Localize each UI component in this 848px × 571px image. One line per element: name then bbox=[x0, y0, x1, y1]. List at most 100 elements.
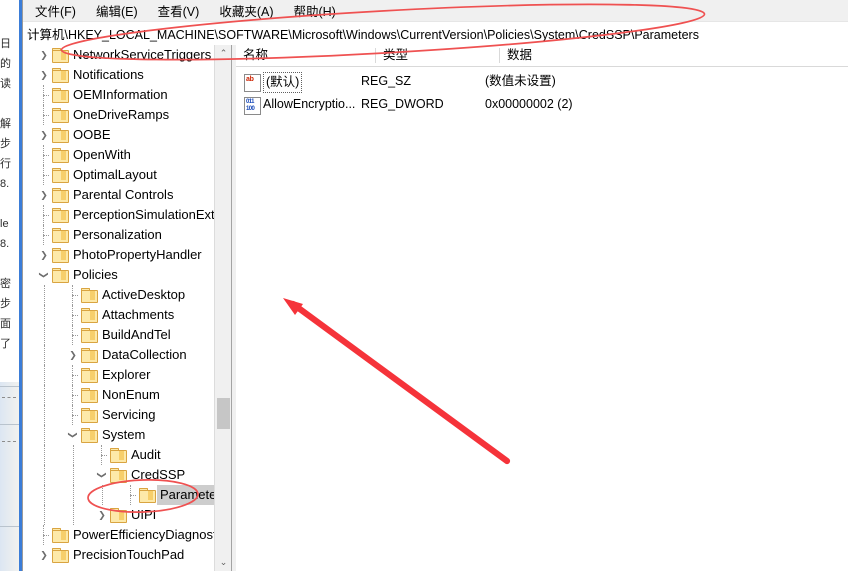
tree-item-networkservicetriggers[interactable]: ❯ NetworkServiceTriggers bbox=[23, 45, 214, 65]
folder-icon bbox=[52, 188, 69, 203]
menu-favorites[interactable]: 收藏夹(A) bbox=[209, 0, 283, 22]
tree-item-perceptionsimulationexten[interactable]: PerceptionSimulationExten bbox=[23, 205, 214, 225]
menu-help[interactable]: 帮助(H) bbox=[283, 0, 345, 22]
folder-icon bbox=[52, 128, 69, 143]
menu-view[interactable]: 查看(V) bbox=[148, 0, 210, 22]
column-name[interactable]: 名称 bbox=[236, 45, 268, 66]
chevron-right-icon[interactable]: ❯ bbox=[37, 185, 51, 205]
tree-item-parental-controls[interactable]: ❯ Parental Controls bbox=[23, 185, 214, 205]
background-divider bbox=[2, 397, 16, 398]
chevron-right-icon[interactable]: ❯ bbox=[37, 125, 51, 145]
chevron-right-icon[interactable]: ❯ bbox=[37, 245, 51, 265]
tree-item-attachments[interactable]: Attachments bbox=[23, 305, 214, 325]
tree-item-label: UIPI bbox=[131, 507, 157, 522]
registry-tree[interactable]: ❯ NetworkServiceTriggers ❯ Notifications OEM… bbox=[23, 45, 214, 571]
chevron-down-icon[interactable]: ❯ bbox=[34, 268, 54, 282]
tree-item-system[interactable]: ❯ System bbox=[23, 425, 214, 445]
tree-connector bbox=[67, 385, 79, 405]
tree-item-label: DataCollection bbox=[102, 347, 187, 362]
tree-item-label: Parameters bbox=[157, 485, 214, 505]
tree-guide-line bbox=[73, 445, 74, 465]
chevron-down-icon[interactable]: ❯ bbox=[92, 468, 112, 482]
folder-icon bbox=[110, 468, 127, 483]
tree-connector bbox=[67, 365, 79, 385]
menu-edit[interactable]: 编辑(E) bbox=[86, 0, 148, 22]
chevron-right-icon[interactable]: ❯ bbox=[66, 345, 80, 365]
address-path-text: 计算机\HKEY_LOCAL_MACHINE\SOFTWARE\Microsof… bbox=[27, 28, 699, 42]
background-divider bbox=[2, 441, 16, 442]
tree-item-oeminformation[interactable]: OEMInformation bbox=[23, 85, 214, 105]
tree-item-optimallayout[interactable]: OptimalLayout bbox=[23, 165, 214, 185]
tree-item-photopropertyhandler[interactable]: ❯ PhotoPropertyHandler bbox=[23, 245, 214, 265]
tree-item-personalization[interactable]: Personalization bbox=[23, 225, 214, 245]
chevron-right-icon[interactable]: ❯ bbox=[37, 545, 51, 565]
scroll-up-icon[interactable]: ⌃ bbox=[215, 45, 232, 62]
folder-icon bbox=[81, 328, 98, 343]
dword-value-icon: 011 100 bbox=[244, 97, 261, 115]
folder-icon bbox=[81, 288, 98, 303]
tree-connector bbox=[67, 405, 79, 425]
tree-guide-line bbox=[44, 425, 45, 445]
folder-icon bbox=[52, 248, 69, 263]
tree-item-buildandtel[interactable]: BuildAndTel bbox=[23, 325, 214, 345]
tree-item-activedesktop[interactable]: ActiveDesktop bbox=[23, 285, 214, 305]
folder-icon bbox=[139, 488, 156, 503]
background-divider bbox=[0, 424, 19, 425]
tree-item-label: CredSSP bbox=[131, 467, 186, 482]
tree-guide-line bbox=[44, 465, 45, 485]
chevron-right-icon[interactable]: ❯ bbox=[37, 45, 51, 65]
tree-item-openwith[interactable]: OpenWith bbox=[23, 145, 214, 165]
menu-file[interactable]: 文件(F) bbox=[25, 0, 86, 22]
tree-guide-line bbox=[73, 505, 74, 525]
tree-item-label: NonEnum bbox=[102, 387, 160, 402]
value-name: AllowEncryptio... bbox=[263, 97, 356, 111]
tree-guide-line bbox=[44, 305, 45, 325]
chevron-right-icon[interactable]: ❯ bbox=[95, 505, 109, 525]
tree-item-parameters[interactable]: Parameters bbox=[23, 485, 214, 505]
column-divider[interactable] bbox=[375, 48, 376, 63]
menu-bar: 文件(F) 编辑(E) 查看(V) 收藏夹(A) 帮助(H) bbox=[23, 0, 848, 21]
value-data: (数值未设置) bbox=[485, 74, 556, 88]
tree-item-nonenum[interactable]: NonEnum bbox=[23, 385, 214, 405]
tree-guide-line bbox=[73, 465, 74, 485]
value-row[interactable]: 011 100 AllowEncryptio... REG_DWORD 0x00000… bbox=[236, 94, 848, 115]
tree-item-label: Audit bbox=[131, 447, 161, 462]
tree-item-credssp[interactable]: ❯ CredSSP bbox=[23, 465, 214, 485]
scroll-down-icon[interactable]: ⌄ bbox=[215, 554, 232, 571]
string-value-icon: ab bbox=[244, 74, 261, 92]
tree-guide-line bbox=[44, 385, 45, 405]
column-type[interactable]: 类型 bbox=[376, 45, 408, 66]
column-data[interactable]: 数据 bbox=[500, 45, 532, 66]
values-list[interactable]: 名称 类型 数据 ab (默认) REG_SZ (数值未设置) 011 100 AllowEn… bbox=[236, 45, 848, 571]
address-bar[interactable]: 计算机\HKEY_LOCAL_MACHINE\SOFTWARE\Microsof… bbox=[23, 21, 848, 46]
folder-icon bbox=[52, 108, 69, 123]
folder-icon bbox=[52, 48, 69, 63]
tree-connector bbox=[38, 85, 50, 105]
background-window-text: 日的读解步行8.le8.密步面了，CH bbox=[0, 38, 11, 350]
tree-item-label: OneDriveRamps bbox=[73, 107, 170, 122]
tree-scrollbar[interactable]: ⌃ ⌄ bbox=[214, 45, 232, 571]
tree-item-servicing[interactable]: Servicing bbox=[23, 405, 214, 425]
tree-item-label: OEMInformation bbox=[73, 87, 168, 102]
tree-item-oobe[interactable]: ❯ OOBE bbox=[23, 125, 214, 145]
tree-item-label: Personalization bbox=[73, 227, 162, 242]
tree-item-precisiontouchpad[interactable]: ❯ PrecisionTouchPad bbox=[23, 545, 214, 565]
tree-item-label: NetworkServiceTriggers bbox=[73, 47, 212, 62]
scrollbar-thumb[interactable] bbox=[217, 398, 230, 429]
tree-connector bbox=[67, 285, 79, 305]
tree-item-explorer[interactable]: Explorer bbox=[23, 365, 214, 385]
value-row[interactable]: ab (默认) REG_SZ (数值未设置) bbox=[236, 71, 848, 93]
tree-item-datacollection[interactable]: ❯ DataCollection bbox=[23, 345, 214, 365]
tree-item-uipi[interactable]: ❯ UIPI bbox=[23, 505, 214, 525]
tree-item-notifications[interactable]: ❯ Notifications bbox=[23, 65, 214, 85]
chevron-right-icon[interactable]: ❯ bbox=[37, 65, 51, 85]
folder-icon bbox=[81, 308, 98, 323]
chevron-down-icon[interactable]: ❯ bbox=[63, 428, 83, 442]
tree-item-onedriveramps[interactable]: OneDriveRamps bbox=[23, 105, 214, 125]
column-divider[interactable] bbox=[499, 48, 500, 63]
background-divider bbox=[0, 386, 19, 387]
tree-item-policies[interactable]: ❯ Policies bbox=[23, 265, 214, 285]
tree-item-powerefficiencydiagnostic[interactable]: PowerEfficiencyDiagnostic bbox=[23, 525, 214, 545]
tree-item-audit[interactable]: Audit bbox=[23, 445, 214, 465]
tree-connector bbox=[96, 445, 108, 465]
